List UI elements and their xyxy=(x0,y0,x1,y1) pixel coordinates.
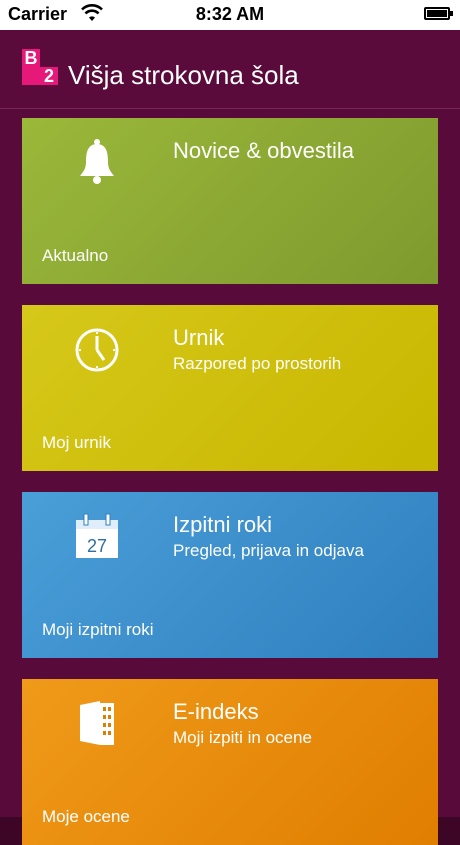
tile-title: Urnik xyxy=(173,325,225,350)
tile-title: E-indeks xyxy=(173,699,259,724)
b2-logo: B 2 xyxy=(22,49,60,87)
tile-footer: Aktualno xyxy=(42,246,109,265)
tile-subtitle: Moji izpiti in ocene xyxy=(173,728,312,747)
battery-icon xyxy=(424,7,453,20)
calendar-day: 27 xyxy=(87,536,107,556)
status-bar: Carrier 8:32 AM xyxy=(0,0,460,30)
tile-e-index[interactable]: E-indeks Moji izpiti in ocene Moje ocene xyxy=(22,679,438,845)
app-title: Višja strokovna šola xyxy=(68,60,299,90)
tile-title: Novice & obvestila xyxy=(173,138,354,163)
logo-number: 2 xyxy=(40,67,58,85)
tile-news[interactable]: Novice & obvestila Aktualno xyxy=(22,118,438,284)
clock-time: 8:32 AM xyxy=(195,4,265,24)
clock-icon xyxy=(75,328,119,372)
logo-letter: B xyxy=(22,49,40,67)
tile-footer: Moji izpitni roki xyxy=(42,620,154,639)
tile-footer: Moje ocene xyxy=(42,807,130,826)
app-header: B 2 Višja strokovna šola xyxy=(0,30,460,109)
tile-title: Izpitni roki xyxy=(173,512,273,537)
tile-subtitle: Pregled, prijava in odjava xyxy=(173,541,364,560)
bell-icon xyxy=(80,139,114,184)
tile-schedule[interactable]: Urnik Razpored po prostorih Moj urnik xyxy=(22,305,438,471)
tile-footer: Moj urnik xyxy=(42,433,111,452)
calendar-icon: 27 xyxy=(76,513,118,558)
document-icon xyxy=(80,701,114,745)
tile-exams[interactable]: 27 Izpitni roki Pregled, prijava in odja… xyxy=(22,492,438,658)
tile-subtitle: Razpored po prostorih xyxy=(173,354,342,373)
app-screen: B 2 Višja strokovna šola Novice & obvest… xyxy=(0,30,460,845)
